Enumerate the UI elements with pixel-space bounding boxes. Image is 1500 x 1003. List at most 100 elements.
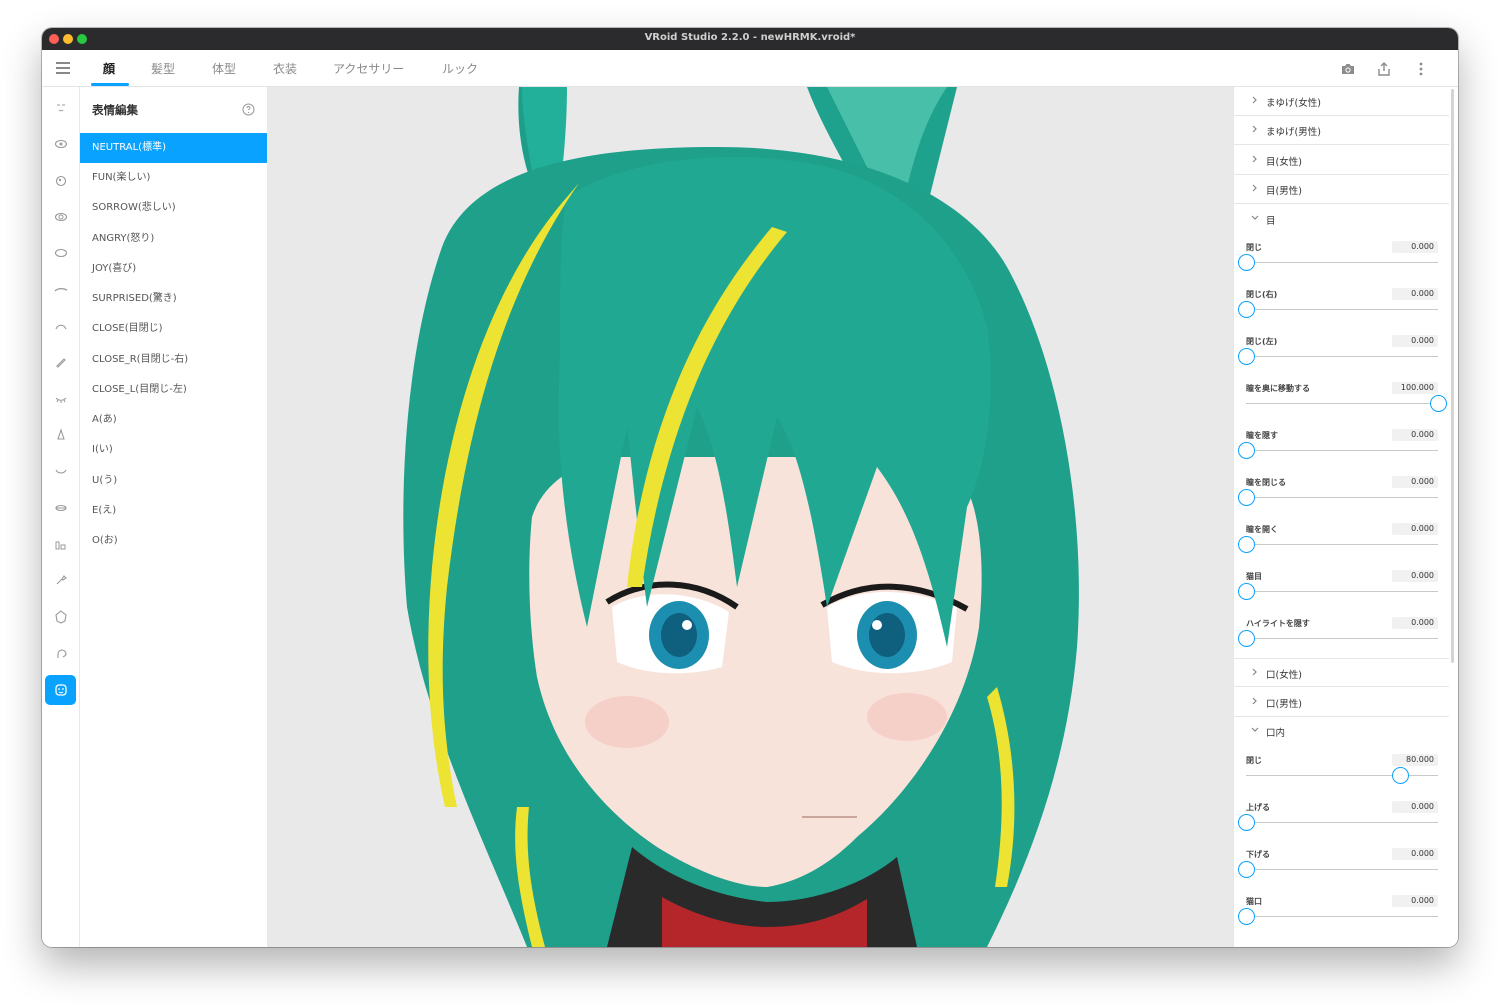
tab-body[interactable]: 体型 <box>212 60 236 77</box>
eyebrow-icon[interactable] <box>51 280 71 300</box>
expression-item-a[interactable]: A(あ) <box>80 405 267 435</box>
section-mouth-male[interactable]: 口(男性) <box>1234 688 1449 717</box>
mouth-icon[interactable] <box>51 461 71 481</box>
slider-value-input[interactable]: 0.000 <box>1392 523 1438 535</box>
slider-track[interactable] <box>1246 403 1438 404</box>
slider-track[interactable] <box>1246 591 1438 592</box>
slider-track[interactable] <box>1246 356 1438 357</box>
slider-pupil-hide[interactable]: 瞳を隠す 0.000 <box>1238 429 1438 477</box>
section-eye-male[interactable]: 目(男性) <box>1234 175 1449 204</box>
head-icon[interactable] <box>51 643 71 663</box>
section-mouth-female[interactable]: 口(女性) <box>1234 658 1449 687</box>
slider-track[interactable] <box>1246 822 1438 823</box>
face-shape-icon[interactable] <box>51 607 71 627</box>
slider-knob[interactable] <box>1238 908 1255 925</box>
nose-icon[interactable] <box>51 425 71 445</box>
tab-face[interactable]: 顔 <box>103 60 115 77</box>
slider-value-input[interactable]: 0.000 <box>1392 570 1438 582</box>
slider-mouth-down[interactable]: 下げる 0.000 <box>1238 848 1438 896</box>
eye-icon[interactable] <box>51 134 71 154</box>
slider-pupil-back[interactable]: 瞳を奥に移動する 100.000 <box>1246 382 1447 430</box>
eyeliner-brush-icon[interactable] <box>51 352 71 372</box>
expression-item-i[interactable]: I(い) <box>80 435 267 465</box>
slider-value-input[interactable]: 0.000 <box>1392 335 1438 347</box>
slider-value-input[interactable]: 0.000 <box>1392 617 1438 629</box>
expression-item-close-r[interactable]: CLOSE_R(目閉じ-右) <box>80 345 267 375</box>
slider-knob[interactable] <box>1238 348 1255 365</box>
expression-item-joy[interactable]: JOY(喜び) <box>80 254 267 284</box>
expression-item-surprised[interactable]: SURPRISED(驚き) <box>80 284 267 314</box>
eye-highlight-icon[interactable] <box>51 207 71 227</box>
slider-track[interactable] <box>1246 869 1438 870</box>
panel-scrollbar[interactable] <box>1451 89 1454 663</box>
slider-knob[interactable] <box>1238 583 1255 600</box>
expression-item-e[interactable]: E(え) <box>80 496 267 526</box>
iris-icon[interactable] <box>51 171 71 191</box>
section-mouth-inner-expanded[interactable]: 口内 <box>1234 717 1449 746</box>
section-eyebrow-female[interactable]: まゆげ(女性) <box>1234 87 1449 116</box>
slider-knob[interactable] <box>1238 489 1255 506</box>
slider-knob[interactable] <box>1391 767 1409 784</box>
slider-pupil-close[interactable]: 瞳を閉じる 0.000 <box>1238 476 1438 524</box>
slider-knob[interactable] <box>1238 442 1255 459</box>
eyelid-icon[interactable] <box>51 389 71 409</box>
slider-mouth-up[interactable]: 上げる 0.000 <box>1238 801 1438 849</box>
more-vertical-icon[interactable] <box>1413 61 1429 77</box>
share-icon[interactable] <box>1376 61 1392 77</box>
3d-model-viewport[interactable] <box>267 87 1233 947</box>
slider-cat-eye[interactable]: 猫目 0.000 <box>1238 570 1438 618</box>
slider-track[interactable] <box>1246 916 1438 917</box>
slider-eye-close[interactable]: 閉じ 0.000 <box>1238 241 1438 289</box>
camera-icon[interactable] <box>1340 61 1356 77</box>
expression-item-neutral[interactable]: NEUTRAL(標準) <box>80 133 267 163</box>
slider-knob[interactable] <box>1238 814 1255 831</box>
slider-eye-close-left[interactable]: 閉じ(左) 0.000 <box>1238 335 1438 383</box>
slider-track[interactable] <box>1246 262 1438 263</box>
slider-track[interactable] <box>1246 775 1438 776</box>
slider-value-input[interactable]: 0.000 <box>1392 241 1438 253</box>
slider-cat-mouth[interactable]: 猫口 0.000 <box>1238 895 1438 943</box>
expression-item-fun[interactable]: FUN(楽しい) <box>80 163 267 193</box>
slider-mouth-close[interactable]: 閉じ 80.000 <box>1246 754 1438 802</box>
slider-value-input[interactable]: 0.000 <box>1392 429 1438 441</box>
slider-value-input[interactable]: 0.000 <box>1392 476 1438 488</box>
tooth-icon[interactable] <box>51 498 71 518</box>
slider-value-input[interactable]: 0.000 <box>1392 848 1438 860</box>
expression-item-angry[interactable]: ANGRY(怒り) <box>80 224 267 254</box>
slider-track[interactable] <box>1246 450 1438 451</box>
slider-value-input[interactable]: 0.000 <box>1392 801 1438 813</box>
expression-item-u[interactable]: U(う) <box>80 466 267 496</box>
slider-knob[interactable] <box>1238 630 1255 647</box>
expression-item-sorrow[interactable]: SORROW(悲しい) <box>80 193 267 223</box>
help-circle-icon[interactable] <box>242 103 255 116</box>
slider-knob[interactable] <box>1430 395 1447 412</box>
eyelash-icon[interactable] <box>51 316 71 336</box>
ear-icon[interactable] <box>51 534 71 554</box>
slider-eye-close-right[interactable]: 閉じ(右) 0.000 <box>1238 288 1438 336</box>
slider-knob[interactable] <box>1238 254 1255 271</box>
slider-value-input[interactable]: 0.000 <box>1392 895 1438 907</box>
slider-knob[interactable] <box>1238 536 1255 553</box>
face-outline-icon[interactable] <box>51 98 71 118</box>
brush-icon[interactable] <box>51 570 71 590</box>
expression-item-close[interactable]: CLOSE(目閉じ) <box>80 314 267 344</box>
section-eye-expanded[interactable]: 目 <box>1234 205 1449 234</box>
expression-icon[interactable] <box>45 675 76 705</box>
expression-item-o[interactable]: O(お) <box>80 526 267 556</box>
tab-look[interactable]: ルック <box>442 60 478 77</box>
expression-item-close-l[interactable]: CLOSE_L(目閉じ-左) <box>80 375 267 405</box>
slider-knob[interactable] <box>1238 861 1255 878</box>
slider-value-input[interactable]: 100.000 <box>1392 382 1438 394</box>
tab-accessory[interactable]: アクセサリー <box>333 60 404 77</box>
slider-value-input[interactable]: 80.000 <box>1392 754 1438 766</box>
slider-track[interactable] <box>1246 544 1438 545</box>
tab-hairstyle[interactable]: 髪型 <box>151 60 175 77</box>
section-eye-female[interactable]: 目(女性) <box>1234 146 1449 175</box>
slider-value-input[interactable]: 0.000 <box>1392 288 1438 300</box>
slider-track[interactable] <box>1246 497 1438 498</box>
slider-pupil-open[interactable]: 瞳を開く 0.000 <box>1238 523 1438 571</box>
slider-track[interactable] <box>1246 309 1438 310</box>
tab-outfit[interactable]: 衣装 <box>273 60 297 77</box>
hamburger-menu-icon[interactable] <box>56 62 70 74</box>
slider-track[interactable] <box>1246 638 1438 639</box>
